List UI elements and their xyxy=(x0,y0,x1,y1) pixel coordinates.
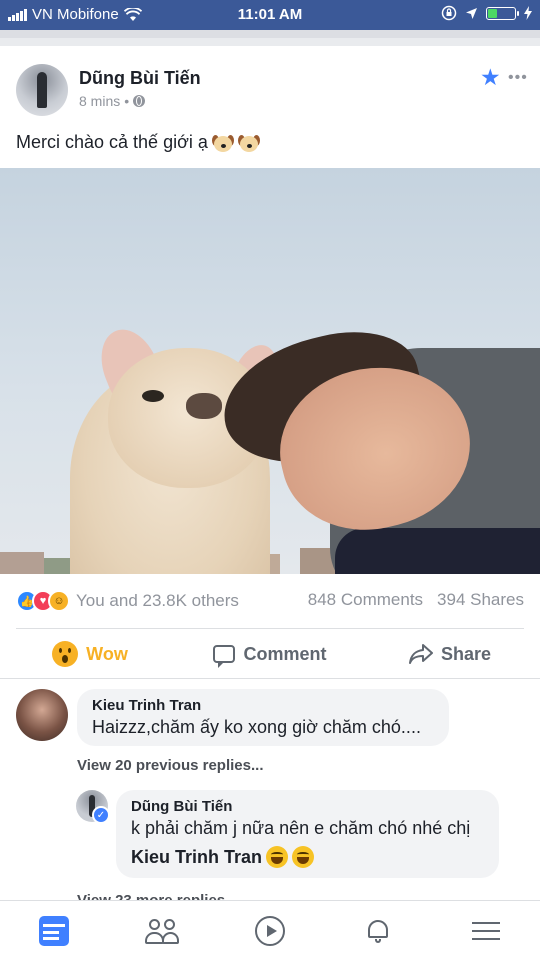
post-meta: 8 mins • xyxy=(79,93,146,109)
share-button[interactable]: Share xyxy=(360,630,540,678)
comment-button[interactable]: Comment xyxy=(180,630,360,678)
meta-separator: • xyxy=(124,93,130,109)
tab-friends[interactable] xyxy=(108,901,216,961)
reaction-summary[interactable]: 👍 ♥ ☺ You and 23.8K others xyxy=(16,590,239,612)
battery-icon xyxy=(486,6,519,20)
post-actions: Wow Comment Share xyxy=(0,630,540,678)
share-count[interactable]: 394 Shares xyxy=(437,590,524,610)
laughing-tears-emoji xyxy=(292,846,315,868)
wow-label: Wow xyxy=(86,643,128,664)
reply-author-name[interactable]: Dũng Bùi Tiến xyxy=(131,798,232,815)
location-icon xyxy=(466,7,477,19)
status-icons xyxy=(441,5,532,21)
reply-mention: Kieu Trinh Tran xyxy=(131,846,315,868)
view-previous-replies-link[interactable]: View 20 previous replies... xyxy=(77,757,263,774)
share-icon xyxy=(408,644,433,664)
charging-icon xyxy=(524,6,532,20)
video-icon xyxy=(255,916,285,946)
star-icon[interactable]: ★ xyxy=(480,66,501,89)
haha-icon: ☺ xyxy=(48,590,70,612)
friends-icon xyxy=(145,917,179,945)
reaction-count[interactable]: You and 23.8K others xyxy=(76,591,239,611)
verified-icon: ✓ xyxy=(92,806,110,824)
status-bar: VN Mobifone 11:01 AM xyxy=(0,0,540,30)
dog-face-emoji xyxy=(237,133,260,153)
lock-rotation-icon xyxy=(441,5,457,21)
commenter-avatar[interactable] xyxy=(16,689,68,741)
notifications-icon xyxy=(366,918,390,944)
comment-text: Haizzz,chăm ấy ko xong giờ chăm chó.... xyxy=(92,717,421,737)
tab-menu[interactable] xyxy=(432,901,540,961)
more-options-icon[interactable]: ••• xyxy=(508,70,528,86)
post-text-content: Merci chào cả thế giới ạ xyxy=(16,132,208,152)
post-photo[interactable] xyxy=(0,168,540,574)
comment-bubble[interactable]: Kieu Trinh Tran Haizzz,chăm ấy ko xong g… xyxy=(77,689,449,746)
divider xyxy=(0,678,540,679)
comment-count[interactable]: 848 Comments xyxy=(308,590,423,610)
wow-button[interactable]: Wow xyxy=(0,630,180,678)
laughing-tears-emoji xyxy=(266,846,289,868)
reaction-icons: 👍 ♥ ☺ xyxy=(16,590,70,612)
tab-news-feed[interactable] xyxy=(0,901,108,961)
commenter-name[interactable]: Kieu Trinh Tran xyxy=(92,697,201,714)
wow-icon xyxy=(52,641,79,667)
author-avatar[interactable] xyxy=(16,64,68,116)
reply-bubble[interactable]: Dũng Bùi Tiến k phải chăm j nữa nên e ch… xyxy=(116,790,499,878)
comment-label: Comment xyxy=(243,643,327,664)
share-label: Share xyxy=(440,643,492,664)
tab-notifications[interactable] xyxy=(324,901,432,961)
author-name[interactable]: Dũng Bùi Tiến xyxy=(79,68,201,89)
divider xyxy=(16,628,524,629)
globe-icon xyxy=(133,95,146,107)
dog-face-emoji xyxy=(211,133,234,153)
engagement-counts: 848 Comments 394 Shares xyxy=(308,590,524,610)
news-feed-icon xyxy=(39,916,69,946)
tab-watch[interactable] xyxy=(216,901,324,961)
post-text: Merci chào cả thế giới ạ xyxy=(16,132,260,153)
mention-name[interactable]: Kieu Trinh Tran xyxy=(131,847,262,868)
feed-divider xyxy=(0,30,540,46)
reply-text: k phải chăm j nữa nên e chăm chó nhé chị xyxy=(131,818,471,838)
comment-icon xyxy=(213,645,236,668)
post-time[interactable]: 8 mins xyxy=(79,93,120,109)
bottom-tab-bar xyxy=(0,900,540,961)
menu-icon xyxy=(472,920,500,942)
